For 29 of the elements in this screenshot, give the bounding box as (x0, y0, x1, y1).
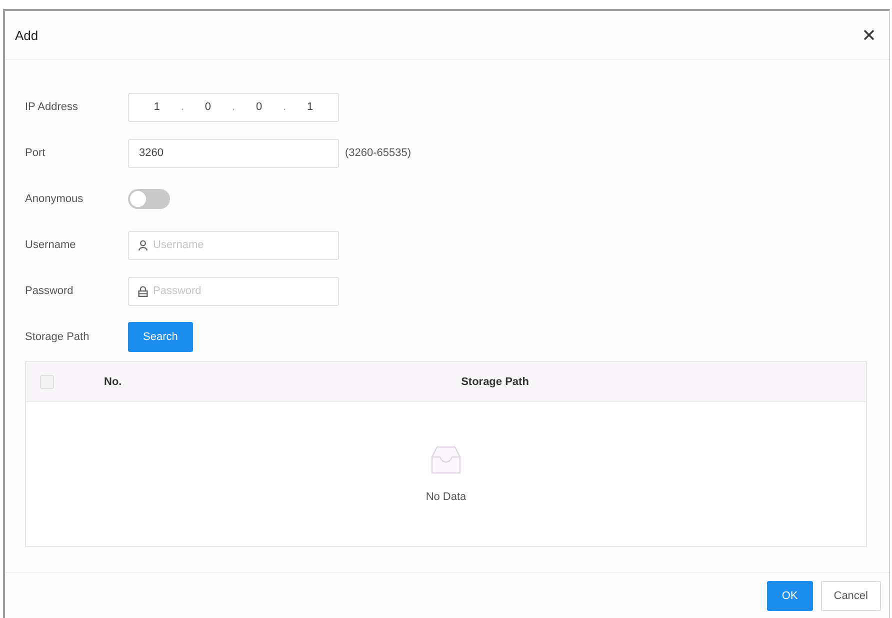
username-field[interactable]: Username (128, 230, 339, 260)
close-icon (863, 29, 875, 41)
field-label: Port (25, 147, 46, 159)
dialog-title: Add (15, 28, 38, 42)
toggle-switch[interactable] (128, 189, 170, 209)
octet-separator: . (180, 101, 184, 113)
port-field[interactable]: 3260 (128, 138, 339, 168)
field-label: IP Address (25, 101, 79, 113)
column-header: Storage Path (460, 376, 530, 388)
field-label: Storage Path (25, 331, 90, 343)
ip-octet: 0 (204, 101, 212, 113)
ip-octet: 0 (254, 101, 264, 113)
column-header: No. (104, 376, 123, 388)
ip-octet: 1 (152, 101, 162, 113)
user-icon (138, 240, 148, 250)
ip-address-field[interactable]: 1 . 0 . 0 . 1 (128, 92, 339, 122)
empty-message: No Data (426, 491, 466, 503)
select-all-checkbox[interactable] (40, 374, 54, 388)
cancel-button[interactable]: Cancel (820, 580, 881, 610)
range-hint: (3260-65535) (345, 147, 412, 159)
ip-octet: 1 (306, 101, 314, 113)
field-label: Password (25, 285, 74, 297)
lock-icon (138, 286, 148, 296)
field-label: Anonymous (25, 193, 84, 205)
octet-separator: . (282, 101, 286, 113)
password-field[interactable]: Password (128, 276, 339, 306)
octet-separator: . (232, 101, 236, 113)
close-button[interactable] (863, 29, 875, 41)
field-label: Username (25, 239, 77, 251)
